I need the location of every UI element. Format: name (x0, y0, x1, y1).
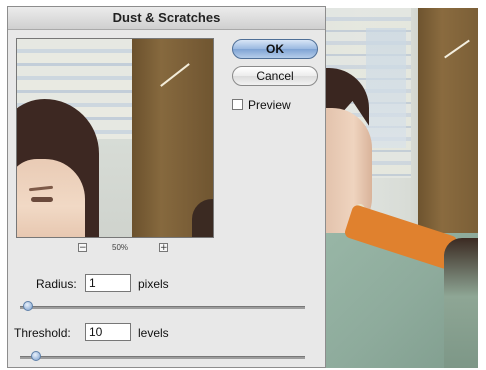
threshold-slider-track[interactable] (20, 356, 305, 359)
wooden-door (418, 8, 478, 263)
threshold-label: Threshold: (14, 326, 71, 340)
radius-slider-thumb[interactable] (22, 301, 33, 311)
poster-panel (366, 28, 406, 148)
dialog-titlebar[interactable]: Dust & Scratches (8, 7, 325, 30)
dust-scratches-dialog: Dust & Scratches − 50% + OK Cancel Previ… (7, 6, 326, 368)
zoom-controls: − 50% + (16, 243, 214, 257)
preview-checkbox[interactable] (232, 99, 243, 110)
radius-field[interactable]: 1 (85, 274, 131, 292)
background-photo (326, 8, 478, 368)
second-person (444, 238, 478, 368)
preview-eye (31, 197, 53, 202)
zoom-level: 50% (112, 243, 129, 252)
radius-slider-track[interactable] (20, 306, 305, 309)
dialog-title: Dust & Scratches (112, 10, 221, 25)
zoom-out-button[interactable]: − (78, 243, 87, 253)
threshold-unit: levels (138, 326, 169, 340)
radius-label: Radius: (36, 277, 77, 291)
threshold-slider-thumb[interactable] (31, 351, 41, 361)
preview-label: Preview (248, 98, 291, 112)
radius-unit: pixels (138, 277, 169, 291)
zoom-in-button[interactable]: + (159, 243, 168, 253)
ok-button[interactable]: OK (232, 39, 318, 59)
screenshot-frame: Dust & Scratches − 50% + OK Cancel Previ… (0, 0, 486, 370)
cancel-button[interactable]: Cancel (232, 66, 318, 86)
preview-window[interactable] (16, 38, 214, 238)
threshold-field[interactable]: 10 (85, 323, 131, 341)
